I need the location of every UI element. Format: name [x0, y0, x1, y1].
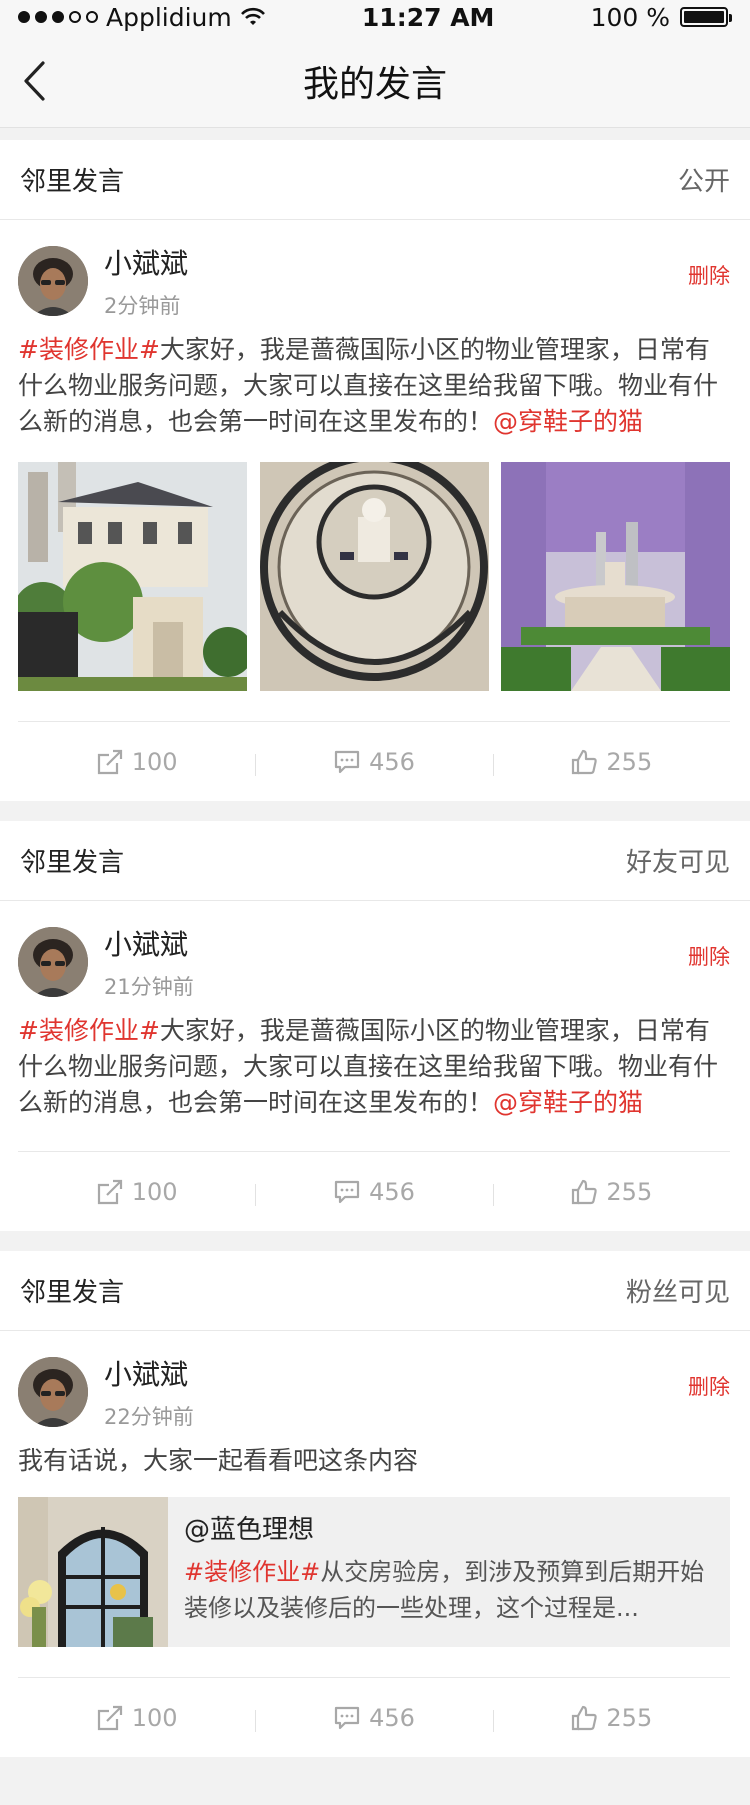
post-card: 邻里发言 公开 小斌斌 2分钟前 删除 #装修作业#大家好，我是蔷薇国际小区的物…: [0, 140, 750, 801]
comment-button[interactable]: 456: [255, 1178, 492, 1206]
delete-button[interactable]: 删除: [688, 1371, 730, 1401]
share-icon: [97, 1705, 122, 1730]
post-content: 我有话说，大家一起看看吧这条内容: [18, 1446, 419, 1475]
image-grid: [18, 462, 730, 691]
avatar[interactable]: [18, 1357, 88, 1427]
visibility-label[interactable]: 公开: [678, 161, 730, 198]
share-button[interactable]: 100: [18, 748, 255, 776]
share-button[interactable]: 100: [18, 1178, 255, 1206]
post-image-wisteria[interactable]: [501, 462, 730, 691]
post-card: 邻里发言 粉丝可见 小斌斌 22分钟前 删除 我有话说，大家一起看看吧这条内容: [0, 1251, 750, 1757]
author-name[interactable]: 小斌斌: [104, 923, 194, 963]
action-bar: 100 456 255: [18, 721, 730, 801]
post-image-villa[interactable]: [18, 462, 247, 691]
like-button[interactable]: 255: [492, 747, 730, 776]
delete-button[interactable]: 删除: [688, 941, 730, 971]
post-card-header: 邻里发言 公开: [0, 140, 750, 220]
post-category: 邻里发言: [20, 167, 125, 197]
quoted-author[interactable]: @蓝色理想: [184, 1509, 714, 1546]
carrier-name: Applidium: [106, 2, 232, 32]
like-count: 255: [606, 1703, 653, 1732]
chevron-left-icon: [24, 61, 45, 101]
carrier-group: Applidium: [18, 3, 266, 32]
battery-group: 100 %: [590, 2, 732, 32]
share-icon: [97, 749, 122, 774]
comment-button[interactable]: 456: [255, 748, 492, 776]
topic-tag[interactable]: #装修作业#: [18, 1016, 160, 1045]
author-name[interactable]: 小斌斌: [104, 1353, 194, 1393]
thumbs-up-icon: [572, 1179, 598, 1204]
quoted-content: #装修作业#从交房验房，到涉及预算到后期开始装修以及装修后的一些处理，这个过程是…: [184, 1554, 714, 1626]
clock: 11:27 AM: [361, 2, 495, 32]
battery-icon: [680, 7, 732, 27]
comment-count: 456: [369, 747, 415, 776]
quoted-post[interactable]: @蓝色理想 #装修作业#从交房验房，到涉及预算到后期开始装修以及装修后的一些处理…: [18, 1497, 730, 1647]
post-card: 邻里发言 好友可见 小斌斌 21分钟前 删除 #装修作业#大家好，我是蔷薇国际小…: [0, 821, 750, 1231]
comment-icon: [334, 1180, 360, 1203]
post-time: 21分钟前: [104, 975, 194, 999]
quoted-post-image: [18, 1497, 168, 1647]
post-card-header: 邻里发言 好友可见: [0, 821, 750, 901]
signal-strength-icon: [18, 11, 98, 23]
back-button[interactable]: [14, 56, 54, 106]
share-icon: [97, 1179, 122, 1204]
like-count: 255: [606, 1177, 653, 1206]
delete-button[interactable]: 删除: [688, 260, 730, 290]
comment-count: 456: [369, 1703, 415, 1732]
comment-button[interactable]: 456: [255, 1704, 492, 1732]
post-category: 邻里发言: [20, 1278, 125, 1308]
like-count: 255: [606, 747, 653, 776]
author-row: 小斌斌 21分钟前 删除: [18, 927, 730, 999]
share-button[interactable]: 100: [18, 1704, 255, 1732]
visibility-label[interactable]: 粉丝可见: [626, 1272, 730, 1309]
author-name[interactable]: 小斌斌: [104, 242, 188, 282]
comment-icon: [334, 750, 360, 773]
thumbs-up-icon: [572, 1705, 598, 1730]
action-bar: 100 456 255: [18, 1151, 730, 1231]
post-content: #装修作业#大家好，我是蔷薇国际小区的物业管理家，日常有什么物业服务问题，大家可…: [18, 1013, 730, 1121]
page-title: 我的发言: [302, 63, 447, 105]
action-bar: 100 456 255: [18, 1677, 730, 1757]
share-count: 100: [131, 747, 178, 776]
mention-link[interactable]: @穿鞋子的猫: [493, 407, 643, 436]
post-content: #装修作业#大家好，我是蔷薇国际小区的物业管理家，日常有什么物业服务问题，大家可…: [18, 332, 730, 440]
mention-link[interactable]: @穿鞋子的猫: [493, 1088, 643, 1117]
post-image-fountain[interactable]: [259, 462, 489, 691]
topic-tag[interactable]: #装修作业#: [18, 335, 160, 364]
share-count: 100: [131, 1703, 178, 1732]
comment-icon: [334, 1706, 360, 1729]
visibility-label[interactable]: 好友可见: [626, 842, 730, 879]
battery-percent: 100 %: [590, 2, 670, 32]
navigation-bar: 我的发言: [0, 34, 750, 128]
like-button[interactable]: 255: [492, 1703, 730, 1732]
avatar[interactable]: [18, 927, 88, 997]
wifi-icon: [240, 7, 265, 25]
topic-tag[interactable]: #装修作业#: [184, 1558, 320, 1586]
post-category: 邻里发言: [20, 848, 125, 878]
thumbs-up-icon: [572, 749, 598, 774]
post-time: 22分钟前: [104, 1405, 194, 1429]
comment-count: 456: [369, 1177, 415, 1206]
author-row: 小斌斌 2分钟前 删除: [18, 246, 730, 318]
status-bar: Applidium 11:27 AM 100 %: [0, 0, 750, 34]
author-row: 小斌斌 22分钟前 删除: [18, 1357, 730, 1429]
share-count: 100: [131, 1177, 178, 1206]
like-button[interactable]: 255: [492, 1177, 730, 1206]
avatar[interactable]: [18, 246, 88, 316]
post-card-header: 邻里发言 粉丝可见: [0, 1251, 750, 1331]
post-time: 2分钟前: [104, 294, 181, 318]
